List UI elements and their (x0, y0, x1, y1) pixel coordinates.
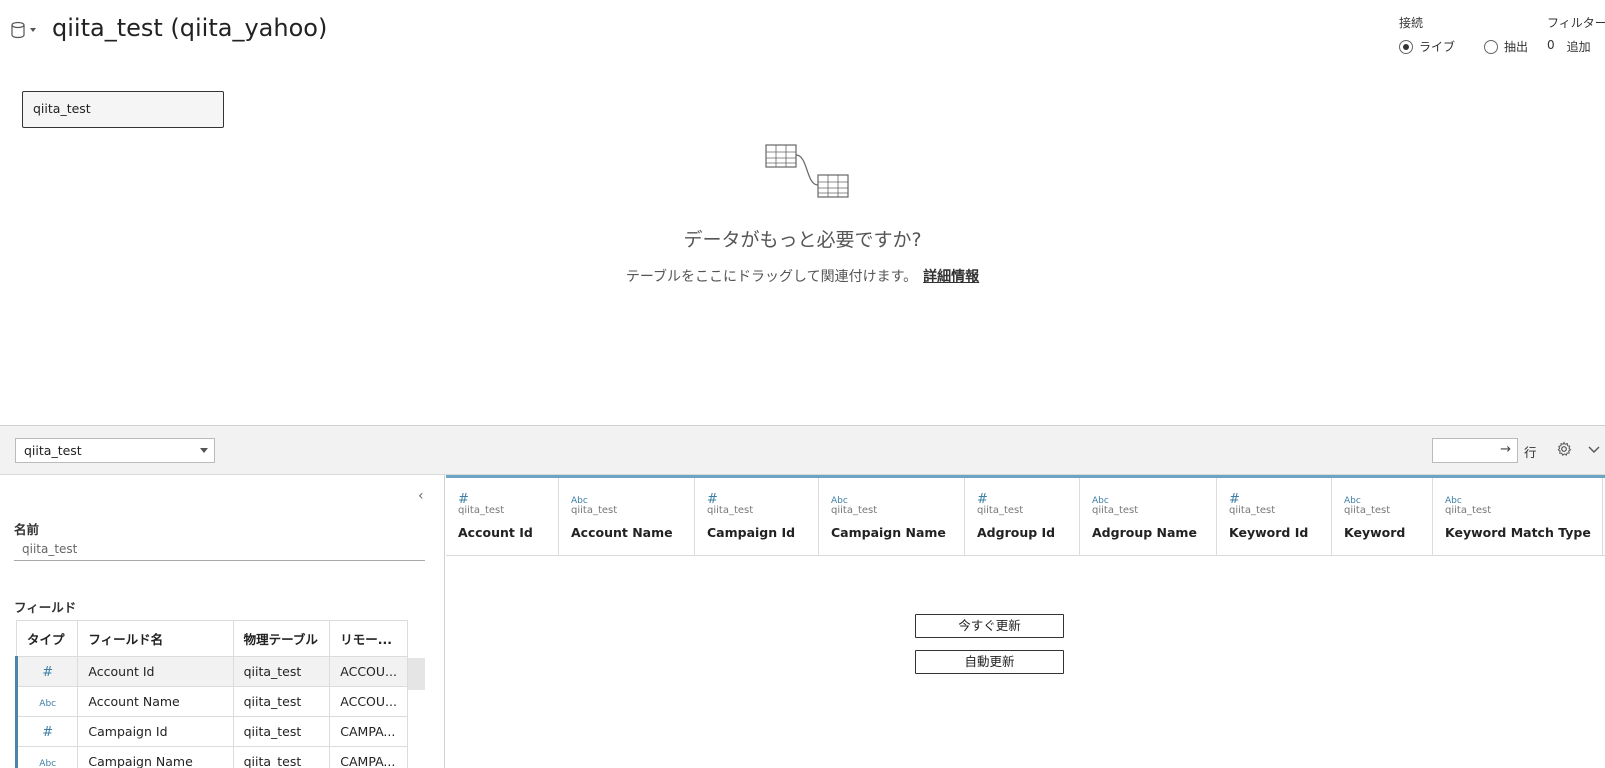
scrollbar[interactable] (408, 658, 425, 690)
column-name[interactable]: Adgroup Name (1092, 525, 1204, 540)
radio-live-label: ライブ (1419, 40, 1456, 54)
column-source: qiita_test (458, 505, 505, 516)
column-name[interactable]: Adgroup Id (977, 525, 1067, 540)
caret-down-icon (30, 28, 36, 32)
datasource-menu[interactable] (10, 20, 38, 40)
column-name[interactable]: Account Name (571, 525, 682, 540)
caret-down-icon (200, 448, 208, 453)
column-name[interactable]: Campaign Name (831, 525, 952, 540)
connection-label: 接続 (1399, 16, 1424, 30)
string-type-icon: Abc (39, 699, 57, 709)
data-source-page: qiita_test (qiita_yahoo) 接続 ライブ 抽出 フィルター… (0, 0, 1605, 768)
empty-state-subtitle: テーブルをここにドラッグして関連付けます。 詳細情報 (0, 266, 1605, 286)
grid-column-header[interactable]: # qiita_test Adgroup Id (965, 478, 1080, 555)
type-cell[interactable]: Abc (14, 686, 79, 717)
grid-column-header[interactable]: Abc qiita_test Adgroup Name (1080, 478, 1217, 555)
grid-column-header[interactable]: Abc qiita_test Account Name (559, 478, 695, 555)
empty-state-text: テーブルをここにドラッグして関連付けます。 (625, 269, 918, 285)
page-title[interactable]: qiita_test (qiita_yahoo) (52, 14, 327, 42)
remote-name-cell: CAMPA... (329, 746, 408, 768)
database-icon (11, 21, 25, 39)
auto-update-button[interactable]: 自動更新 (915, 650, 1064, 674)
physical-table-cell: qiita_test (232, 686, 331, 717)
radio-extract-indicator[interactable] (1484, 39, 1498, 54)
physical-table-cell: qiita_test (232, 716, 331, 747)
column-source: qiita_test (1344, 505, 1391, 516)
chevron-down-icon[interactable] (1587, 443, 1601, 457)
grid-column-header[interactable]: Abc qiita_test Campaign Name (819, 478, 965, 555)
rows-input[interactable]: → (1432, 438, 1518, 463)
column-header-physical-table[interactable]: 物理テーブル (232, 620, 331, 657)
data-grid-toolbar: qiita_test → 行 (0, 425, 1605, 475)
table-select[interactable]: qiita_test (15, 438, 215, 463)
field-name-cell[interactable]: Campaign Id (77, 716, 234, 747)
filter-label: フィルター (1547, 16, 1605, 30)
column-header-field-name[interactable]: フィールド名 (77, 620, 234, 657)
update-now-button[interactable]: 今すぐ更新 (915, 614, 1064, 638)
empty-state-title: データがもっと必要ですか? (683, 229, 922, 251)
fields-table: タイプ フィールド名 物理テーブル リモー... # Account Id qiit… (14, 620, 408, 768)
rows-label: 行 (1524, 445, 1537, 460)
radio-extract[interactable]: 抽出 (1484, 38, 1528, 55)
grid-column-header[interactable]: # qiita_test Keyword Id (1217, 478, 1332, 555)
column-source: qiita_test (571, 505, 618, 516)
column-name[interactable]: Keyword (1344, 525, 1420, 540)
chevron-left-icon[interactable]: ‹ (418, 488, 424, 504)
canvas-table-qiita-test[interactable]: qiita_test (22, 91, 224, 128)
arrow-right-icon[interactable]: → (1500, 442, 1511, 457)
physical-table-cell: qiita_test (232, 746, 331, 768)
number-type-icon: # (42, 664, 54, 680)
field-name-cell[interactable]: Account Id (77, 656, 234, 687)
table-row[interactable]: # Campaign Id qiita_test CAMPA... (14, 716, 408, 747)
column-header-type[interactable]: タイプ (15, 620, 79, 657)
column-name[interactable]: Keyword Match Type (1445, 525, 1591, 540)
column-source: qiita_test (1092, 505, 1139, 516)
remote-name-cell: CAMPA... (329, 716, 408, 747)
column-source: qiita_test (1445, 505, 1492, 516)
column-name[interactable]: Account Id (458, 525, 546, 540)
gear-icon[interactable] (1556, 441, 1572, 457)
data-grid-header: # qiita_test Account Id Abc qiita_test Accoun… (446, 475, 1605, 556)
radio-live-indicator[interactable] (1399, 39, 1413, 54)
number-type-icon: # (42, 724, 54, 740)
grid-column-header[interactable]: # qiita_test Account Id (446, 478, 559, 555)
table-row[interactable]: Abc Campaign Name qiita_test CAMPA... (14, 746, 408, 768)
column-source: qiita_test (831, 505, 878, 516)
remote-name-cell: ACCOU... (329, 686, 408, 717)
table-select-value: qiita_test (24, 443, 82, 458)
fields-label: フィールド (14, 600, 77, 615)
table-row[interactable]: # Account Id qiita_test ACCOU... (14, 656, 408, 687)
column-source: qiita_test (707, 505, 754, 516)
grid-column-header[interactable]: # qiita_test Campaign Id (695, 478, 819, 555)
filter-add-link[interactable]: 追加 (1567, 38, 1591, 55)
filter-count: 0 (1547, 38, 1555, 52)
grid-column-header[interactable]: Abc qiita_test Keyword (1332, 478, 1433, 555)
fields-table-header: タイプ フィールド名 物理テーブル リモー... (15, 620, 408, 657)
string-type-icon: Abc (39, 759, 57, 768)
name-label: 名前 (14, 522, 40, 537)
type-cell[interactable]: Abc (14, 746, 79, 768)
column-source: qiita_test (1229, 505, 1276, 516)
radio-extract-label: 抽出 (1504, 40, 1529, 54)
type-cell[interactable]: # (14, 716, 79, 747)
column-name[interactable]: Keyword Id (1229, 525, 1319, 540)
metadata-pane: ‹ 名前 qiita_test フィールド タイプ フィールド名 物理テーブル … (0, 475, 445, 768)
learn-more-link[interactable]: 詳細情報 (923, 269, 979, 285)
physical-table-cell: qiita_test (232, 656, 331, 687)
name-input[interactable]: qiita_test (14, 537, 425, 561)
remote-name-cell: ACCOU... (329, 656, 408, 687)
radio-live[interactable]: ライブ (1399, 38, 1455, 55)
related-tables-icon (765, 144, 849, 198)
column-header-remote[interactable]: リモー... (329, 620, 408, 657)
type-cell[interactable]: # (14, 656, 79, 687)
table-row[interactable]: Abc Account Name qiita_test ACCOU... (14, 686, 408, 717)
field-name-cell[interactable]: Account Name (77, 686, 234, 717)
column-name[interactable]: Campaign Id (707, 525, 806, 540)
grid-column-header[interactable]: Abc qiita_test Keyword Match Type (1433, 478, 1603, 555)
column-source: qiita_test (977, 505, 1024, 516)
field-name-cell[interactable]: Campaign Name (77, 746, 234, 768)
